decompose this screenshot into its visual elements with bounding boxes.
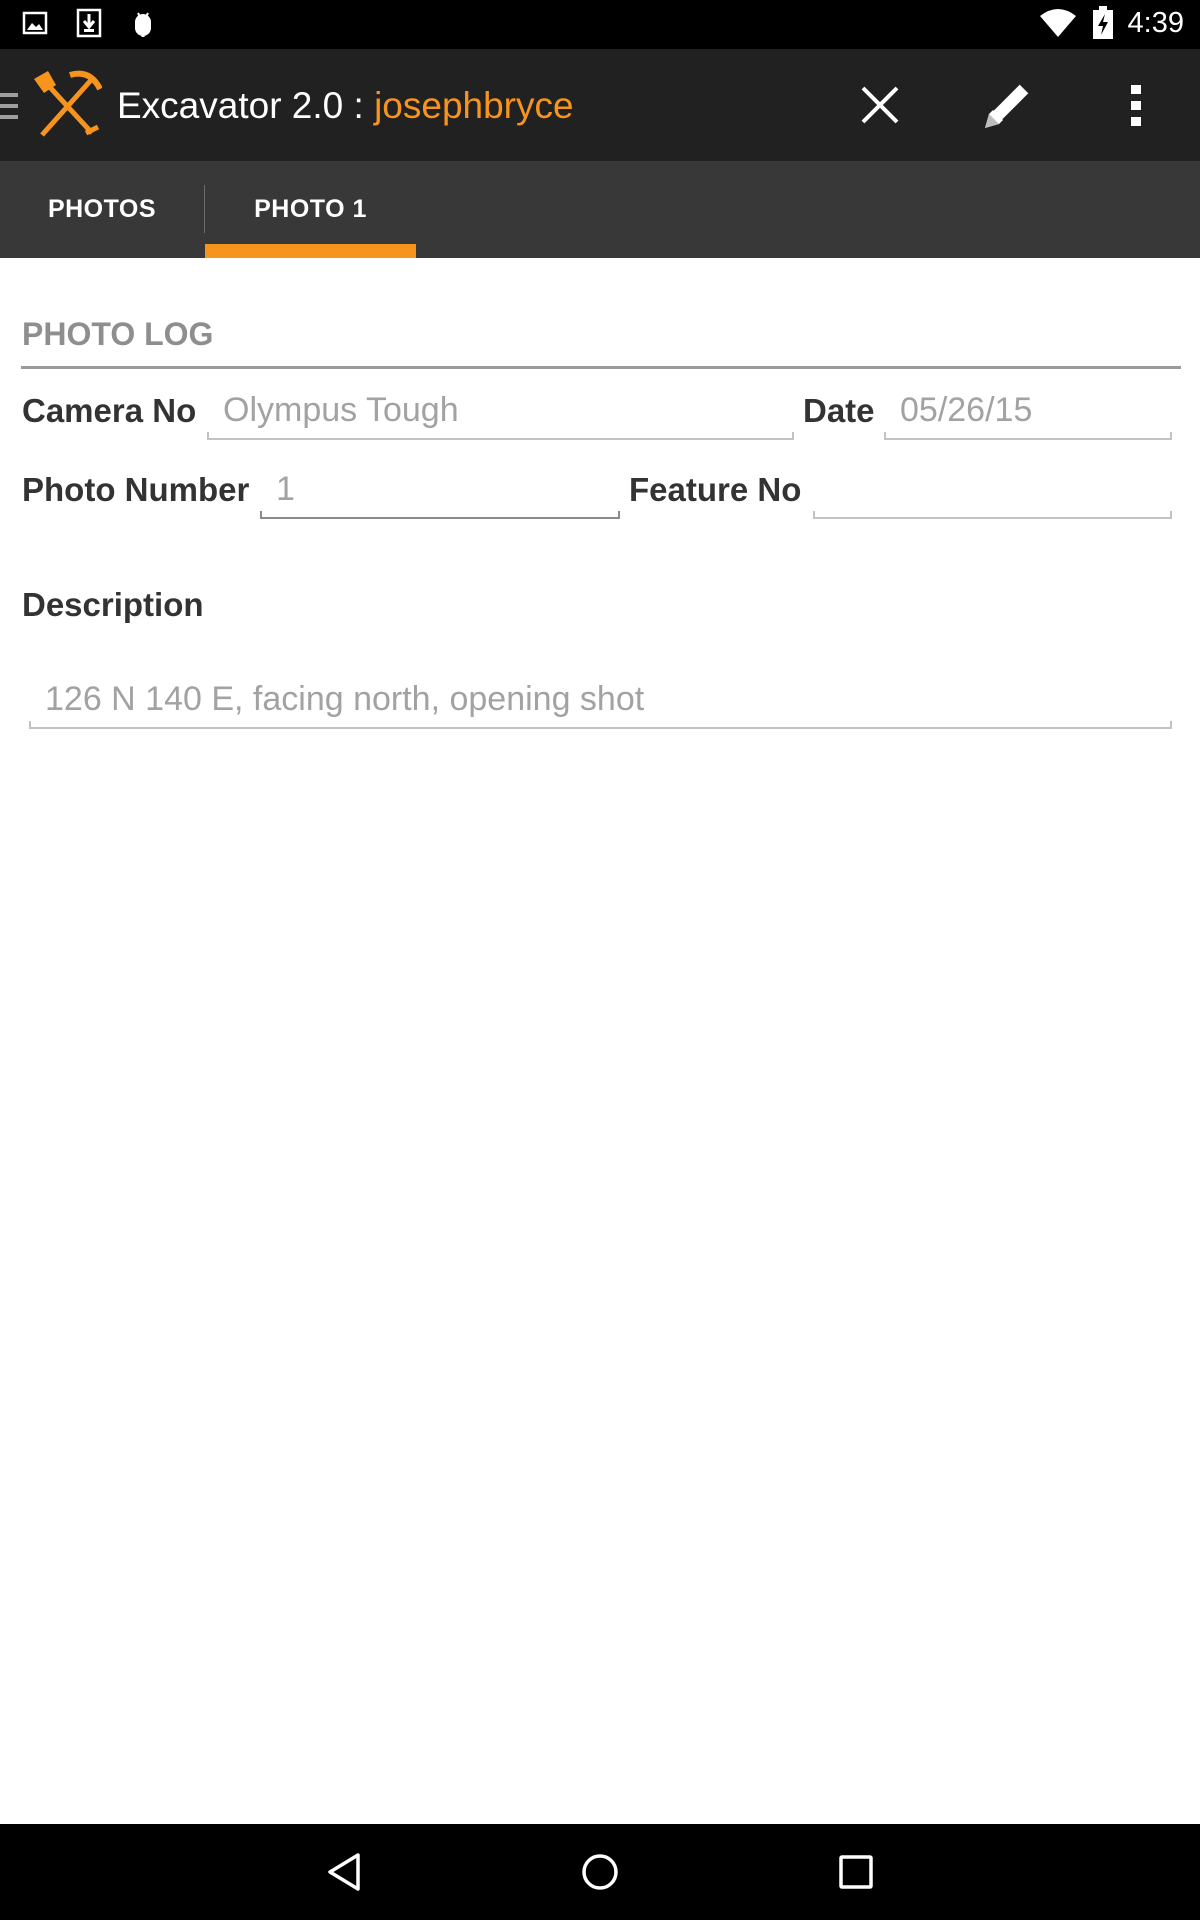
camera-no-field[interactable]: Olympus Tough xyxy=(207,391,794,430)
section-divider xyxy=(21,366,1181,369)
feature-no-label: Feature No xyxy=(629,471,802,508)
back-icon xyxy=(328,1853,360,1891)
description-underline xyxy=(29,721,1172,729)
download-icon xyxy=(76,8,102,38)
tab-bar: PHOTOS PHOTO 1 xyxy=(0,161,1200,258)
back-button[interactable] xyxy=(314,1842,374,1902)
wifi-icon xyxy=(1039,9,1076,37)
app-bar: Excavator 2.0 : josephbryce xyxy=(0,49,1200,161)
description-label: Description xyxy=(22,586,204,623)
navigation-bar xyxy=(0,1824,1200,1920)
date-field[interactable]: 05/26/15 xyxy=(884,391,1172,430)
battery-charging-icon xyxy=(1092,6,1113,39)
app-name: Excavator 2.0 : xyxy=(117,85,375,126)
edit-button[interactable] xyxy=(978,75,1038,135)
overflow-menu-button[interactable] xyxy=(1106,75,1166,135)
photo-number-field[interactable]: 1 xyxy=(260,470,620,509)
date-label: Date xyxy=(803,392,875,429)
app-title: Excavator 2.0 : josephbryce xyxy=(117,85,574,127)
android-debug-icon xyxy=(135,12,151,37)
photo-number-underline xyxy=(260,511,620,519)
pencil-icon xyxy=(985,83,1030,128)
status-bar: 4:39 xyxy=(0,0,1200,49)
camera-no-underline xyxy=(207,432,794,440)
recents-icon xyxy=(839,1855,873,1889)
image-notification-icon xyxy=(22,11,48,35)
pickaxe-shovel-logo-icon[interactable] xyxy=(32,69,102,141)
clock: 4:39 xyxy=(1127,6,1184,39)
drawer-menu-icon[interactable] xyxy=(0,91,20,121)
overflow-menu-icon xyxy=(1131,85,1141,126)
description-field[interactable]: 126 N 140 E, facing north, opening shot xyxy=(29,680,1172,719)
close-icon xyxy=(861,86,899,124)
tab-photos[interactable]: PHOTOS xyxy=(0,161,204,258)
date-underline xyxy=(884,432,1172,440)
recents-button[interactable] xyxy=(826,1842,886,1902)
section-title: PHOTO LOG xyxy=(22,316,214,352)
username: josephbryce xyxy=(374,85,574,126)
feature-no-underline xyxy=(813,511,1172,519)
close-button[interactable] xyxy=(850,75,910,135)
home-icon xyxy=(582,1854,618,1890)
notification-icons xyxy=(22,8,156,38)
selected-tab-indicator xyxy=(205,244,416,258)
camera-no-label: Camera No xyxy=(22,392,197,429)
home-button[interactable] xyxy=(570,1842,630,1902)
photo-number-label: Photo Number xyxy=(22,471,250,508)
